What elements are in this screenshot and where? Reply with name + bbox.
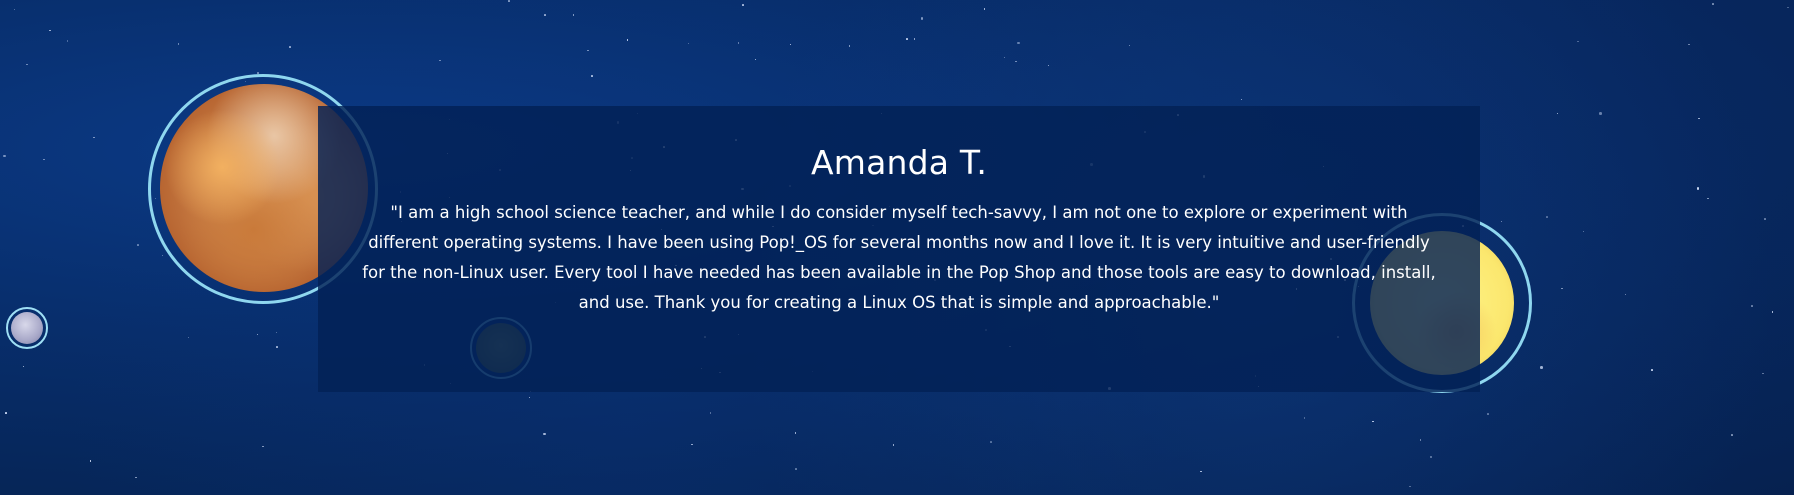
star (43, 158, 45, 161)
star (1409, 485, 1411, 488)
star (1731, 434, 1733, 436)
star (528, 396, 531, 399)
star (276, 346, 278, 348)
star (262, 445, 264, 448)
star (289, 46, 291, 48)
star (789, 43, 792, 46)
star (1303, 417, 1306, 419)
star (1787, 6, 1789, 9)
star (920, 17, 924, 20)
star (543, 432, 546, 436)
star (1624, 293, 1627, 296)
star (5, 412, 7, 414)
star (795, 468, 797, 470)
testimonial-author-name: Amanda T. (810, 143, 988, 182)
star (572, 14, 575, 16)
testimonial-quote-text: "I am a high school science teacher, and… (362, 203, 1436, 312)
star (737, 42, 740, 44)
star (687, 42, 690, 45)
star (1556, 112, 1559, 115)
star (587, 49, 589, 52)
star (1762, 372, 1764, 375)
star (990, 441, 992, 443)
star (1707, 197, 1709, 200)
star (49, 29, 51, 32)
star (1487, 413, 1489, 415)
star (161, 254, 164, 257)
star (1577, 40, 1579, 43)
star (1017, 41, 1020, 45)
star (1561, 287, 1563, 290)
star (709, 412, 711, 414)
moon-planet-image (11, 312, 43, 344)
star (1546, 216, 1548, 218)
star (1015, 60, 1017, 63)
star (1429, 455, 1433, 459)
star (1751, 305, 1753, 307)
star (1771, 311, 1774, 313)
star (1128, 44, 1131, 47)
star (1500, 220, 1503, 223)
star (22, 365, 25, 368)
star (544, 14, 546, 16)
star (1582, 230, 1585, 233)
testimonial-card: Amanda T. "I am a high school science te… (318, 106, 1480, 392)
star (1688, 43, 1690, 46)
star (754, 58, 757, 61)
star (913, 38, 916, 40)
star (1240, 98, 1243, 101)
star (1419, 439, 1422, 441)
star (89, 460, 92, 462)
star (137, 244, 139, 246)
star (1651, 369, 1653, 371)
star (66, 40, 69, 42)
star (187, 336, 190, 339)
star (275, 331, 278, 334)
star (177, 43, 180, 45)
star (906, 38, 908, 40)
star (508, 0, 510, 2)
star (794, 432, 797, 434)
star (1698, 117, 1700, 120)
star (1047, 64, 1050, 67)
star (13, 8, 16, 11)
star (983, 8, 986, 10)
star (1599, 112, 1602, 115)
star (1200, 470, 1202, 473)
star (591, 75, 593, 77)
star (1540, 366, 1543, 369)
star (848, 45, 851, 47)
star (892, 444, 895, 446)
star (742, 4, 744, 6)
star (1696, 187, 1700, 190)
star (256, 333, 259, 336)
star (439, 59, 441, 62)
star (626, 39, 629, 41)
star (93, 136, 95, 139)
star (26, 63, 28, 66)
star (1712, 3, 1714, 5)
star (1372, 420, 1374, 423)
star (135, 476, 137, 479)
star (691, 443, 693, 446)
star (1003, 56, 1006, 59)
star (3, 154, 6, 158)
star (1764, 218, 1766, 220)
